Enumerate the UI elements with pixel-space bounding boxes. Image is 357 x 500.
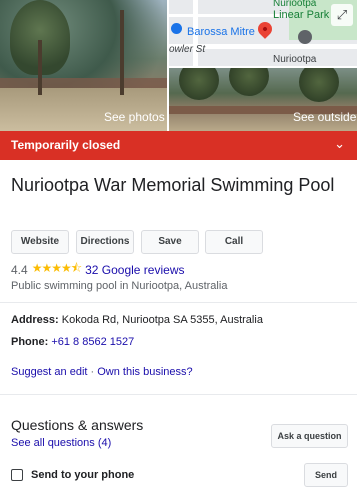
divider bbox=[0, 394, 357, 395]
place-title: Nuriootpa War Memorial Swimming Pool bbox=[11, 175, 335, 195]
call-button[interactable]: Call bbox=[205, 230, 263, 254]
address-label: Address: bbox=[11, 314, 59, 326]
see-all-questions-link[interactable]: See all questions (4) bbox=[11, 437, 111, 449]
map-label: Barossa Mitre bbox=[187, 26, 255, 38]
photo-strip: See photos Nuriootpa Linear Park Barossa… bbox=[0, 0, 357, 131]
closed-status: Temporarily closed bbox=[11, 138, 121, 152]
tree-decoration bbox=[229, 68, 269, 96]
phone-label: Phone: bbox=[11, 336, 49, 348]
chevron-down-icon[interactable]: ⌄ bbox=[334, 136, 345, 152]
trunk-decoration bbox=[38, 40, 42, 95]
star-rating-icon: ★★★★⯪ bbox=[31, 261, 82, 275]
expand-icon[interactable]: ⤢ bbox=[331, 4, 353, 26]
send-to-phone-icon bbox=[11, 469, 23, 481]
send-button[interactable]: Send bbox=[304, 463, 348, 487]
tree-decoration bbox=[179, 68, 219, 100]
send-to-phone-label: Send to your phone bbox=[31, 469, 135, 481]
suggest-edit-link[interactable]: Suggest an edit bbox=[11, 366, 87, 378]
main-photo[interactable]: See photos bbox=[0, 0, 167, 131]
place-category: Public swimming pool in Nuriootpa, Austr… bbox=[11, 280, 228, 292]
map-label: owler St bbox=[169, 44, 206, 55]
edit-links: Suggest an edit · Own this business? bbox=[11, 366, 193, 378]
rating-value: 4.4 bbox=[11, 262, 28, 277]
see-photos-link[interactable]: See photos bbox=[104, 110, 165, 124]
map-label: Linear Park bbox=[273, 9, 330, 21]
fence-decoration bbox=[0, 78, 167, 88]
phone-row: Phone: +61 8 8562 1527 bbox=[11, 336, 134, 348]
tree-decoration bbox=[299, 68, 339, 102]
rating-row: 4.4 ★★★★⯪ 32 Google reviews bbox=[11, 259, 184, 280]
map-road bbox=[169, 14, 289, 17]
separator: · bbox=[90, 366, 95, 378]
save-button[interactable]: Save bbox=[141, 230, 199, 254]
own-business-link[interactable]: Own this business? bbox=[97, 366, 192, 378]
divider bbox=[0, 302, 357, 303]
ask-question-button[interactable]: Ask a question bbox=[271, 424, 348, 448]
poi-icon bbox=[298, 30, 312, 44]
phone-link[interactable]: +61 8 8562 1527 bbox=[51, 336, 134, 348]
qa-heading: Questions & answers bbox=[11, 417, 144, 433]
send-to-phone-row: Send to your phone bbox=[11, 469, 134, 481]
trunk-decoration bbox=[120, 10, 124, 95]
map-label: Nuriootpa bbox=[273, 0, 317, 9]
address-row: Address: Kokoda Rd, Nuriootpa SA 5355, A… bbox=[11, 314, 263, 326]
closed-banner[interactable]: Temporarily closed ⌄ bbox=[0, 131, 357, 160]
map-label: Nuriootpa bbox=[273, 54, 317, 65]
see-outside-link[interactable]: See outside bbox=[293, 110, 356, 124]
address-value[interactable]: Kokoda Rd, Nuriootpa SA 5355, Australia bbox=[62, 314, 263, 326]
directions-button[interactable]: Directions bbox=[76, 230, 134, 254]
reviews-link[interactable]: 32 Google reviews bbox=[85, 263, 184, 277]
shopping-icon bbox=[171, 23, 182, 34]
website-button[interactable]: Website bbox=[11, 230, 69, 254]
